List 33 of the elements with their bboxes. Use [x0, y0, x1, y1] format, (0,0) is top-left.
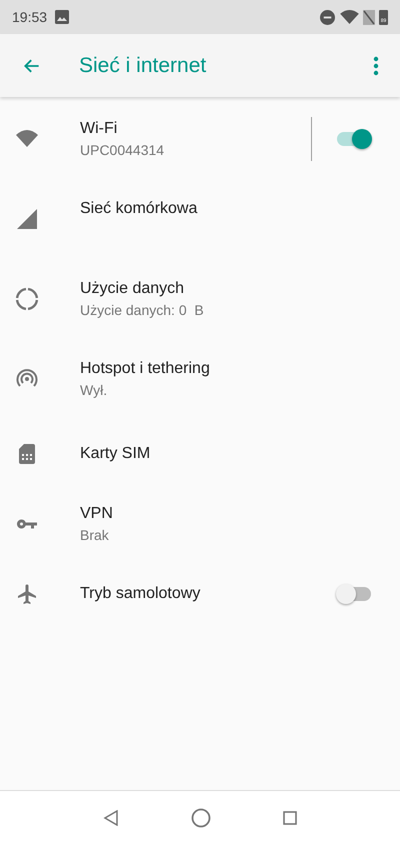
item-title: Tryb samolotowy: [80, 584, 202, 604]
back-nav-button[interactable]: [103, 810, 119, 826]
recents-nav-button[interactable]: [283, 810, 297, 824]
item-title: Hotspot i tethering: [80, 359, 211, 379]
airplane-icon: [15, 582, 39, 606]
item-summary: Wył.: [80, 381, 108, 400]
item-summary: UPC0044314: [80, 141, 166, 160]
home-nav-button[interactable]: [191, 808, 211, 828]
item-title: Wi-Fi: [80, 119, 118, 139]
wifi-signal-icon: [340, 10, 359, 24]
no-sim-icon: [363, 10, 375, 24]
item-title: Użycie danych: [80, 279, 186, 299]
screen-title: Sieć i internet: [79, 52, 206, 79]
data-usage-icon: [15, 287, 39, 311]
settings-item[interactable]: Sieć komórkowa: [0, 179, 400, 259]
toggle-switch[interactable]: [336, 129, 372, 149]
do-not-disturb-icon: [320, 10, 335, 24]
item-title: Sieć komórkowa: [80, 199, 198, 219]
item-summary: Brak: [80, 526, 110, 545]
cell-signal-icon: [15, 207, 39, 231]
item-title: Karty SIM: [80, 444, 152, 464]
settings-item[interactable]: Wi-Fi UPC0044314: [0, 99, 400, 179]
settings-item[interactable]: Karty SIM: [0, 419, 400, 489]
settings-item[interactable]: Hotspot i tethering Wył.: [0, 339, 400, 419]
settings-item[interactable]: Tryb samolotowy: [0, 559, 400, 629]
more-vertical-icon: [373, 56, 379, 76]
settings-item[interactable]: VPN Brak: [0, 489, 400, 559]
toggle-switch[interactable]: [336, 584, 372, 604]
settings-item[interactable]: Użycie danych Użycie danych: 0 B: [0, 259, 400, 339]
status-time: 19:53: [12, 8, 48, 26]
item-title: VPN: [80, 504, 114, 524]
image-icon: [55, 10, 70, 24]
item-summary: Użycie danych: 0 B: [80, 301, 205, 320]
